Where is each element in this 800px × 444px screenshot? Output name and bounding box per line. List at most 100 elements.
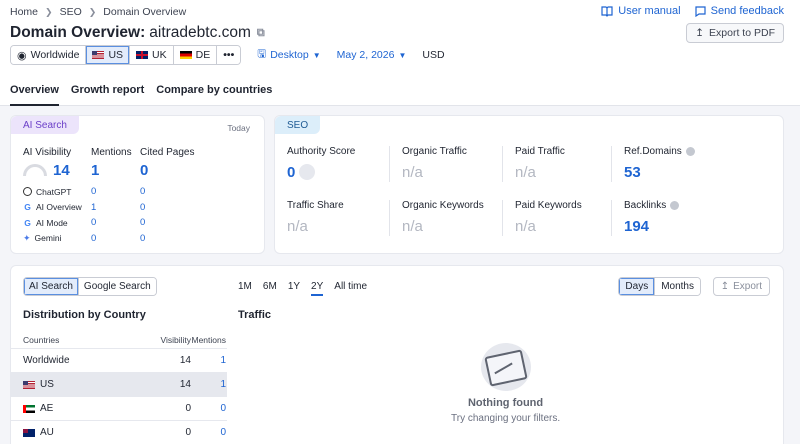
granularity-toggle: Days Months [618,277,701,296]
tab-growth-report[interactable]: Growth report [71,84,144,106]
globe-icon: ◉ [17,49,27,62]
country-name: AE [40,403,54,414]
platform-mentions[interactable]: 1 [91,202,140,213]
platform-cited[interactable]: 0 [140,202,220,213]
db-uk[interactable]: UK [130,46,174,64]
tab-compare-by-countries[interactable]: Compare by countries [156,84,272,106]
source-toggle: AI Search Google Search [23,277,157,296]
metric-label: Organic Traffic [402,146,467,157]
main-tabs: Overview Growth report Compare by countr… [10,84,272,106]
us-flag-icon [23,380,35,389]
period-selector: 1M 6M 1Y 2Y All time [238,281,367,296]
device-value: Desktop [270,49,309,61]
col-countries: Countries [23,335,60,345]
platform-row: G AI Overview 1 0 [23,200,253,216]
chevron-right-icon: ❯ [45,6,53,17]
info-icon[interactable] [670,201,680,210]
paid-keywords-metric: Paid Keywords n/a [502,200,623,236]
date-dropdown[interactable]: May 2, 2026 ▼ [337,49,407,61]
export-button[interactable]: ↥ Export [712,277,770,296]
export-pdf-button[interactable]: ↥ Export to PDF [686,23,784,43]
breadcrumb-current: Domain Overview [103,6,187,18]
row-visibility: 14 [179,379,191,390]
organic-keywords-metric: Organic Keywords n/a [389,200,514,236]
platform-name: AI Overview [36,202,82,213]
period-6m[interactable]: 6M [263,281,277,296]
metric-label: Traffic Share [287,200,344,211]
tab-overview[interactable]: Overview [10,84,59,106]
ai-metrics: AI Visibility Mentions Cited Pages 14 1 … [23,147,253,246]
granularity-months[interactable]: Months [655,278,700,295]
backlinks-value[interactable]: 194 [624,216,773,236]
database-selector: ◉ Worldwide US UK DE ••• [10,45,242,65]
metric-label: Paid Traffic [515,146,565,157]
export-pdf-label: Export to PDF [709,27,775,39]
db-de[interactable]: DE [173,46,218,64]
device-dropdown[interactable]: 🖫 Desktop ▼ [257,46,320,64]
row-mentions[interactable]: 0 [191,427,226,438]
user-manual-link[interactable]: User manual [601,5,681,17]
col-visibility[interactable]: Visibility [138,335,191,345]
platform-row: G AI Mode 0 0 [23,215,253,231]
breadcrumb-home[interactable]: Home [10,6,38,18]
tab-google-search[interactable]: Google Search [78,278,156,295]
external-link-icon[interactable]: ⧉ [257,27,265,40]
gemini-icon: ✦ [23,232,31,243]
table-row[interactable]: US 14 1 [11,373,227,397]
period-1m[interactable]: 1M [238,281,252,296]
period-1y[interactable]: 1Y [288,281,300,296]
cited-pages-value[interactable]: 0 [140,162,148,179]
period-all-time[interactable]: All time [334,281,367,296]
row-mentions[interactable]: 0 [191,403,226,414]
ai-visibility-value[interactable]: 14 [53,162,70,179]
row-mentions[interactable]: 1 [191,355,226,366]
organic-traffic-value: n/a [402,163,423,181]
db-worldwide[interactable]: ◉ Worldwide [11,46,87,64]
google-icon: G [24,202,31,213]
row-mentions[interactable]: 1 [191,379,226,390]
send-feedback-link[interactable]: Send feedback [695,5,784,17]
row-visibility: 0 [185,427,191,438]
ae-flag-icon [23,404,35,413]
chevron-down-icon: ▼ [312,50,321,60]
col-mentions[interactable]: Mentions [191,335,227,345]
table-header: Countries Visibility Mentions [11,332,227,349]
ref-domains-value[interactable]: 53 [624,162,773,182]
platform-cited[interactable]: 0 [140,217,220,228]
authority-score-value[interactable]: 0 [287,164,295,181]
platform-cited[interactable]: 0 [140,233,220,244]
more-icon: ••• [223,49,235,61]
table-row[interactable]: AE 0 0 [11,397,227,421]
db-us[interactable]: US [86,46,131,64]
visibility-gauge-icon [23,164,47,176]
au-flag-icon [23,428,35,437]
breadcrumb-seo[interactable]: SEO [60,6,82,18]
platform-mentions[interactable]: 0 [91,186,140,197]
info-icon[interactable] [685,147,695,156]
empty-state: Nothing found Try changing your filters. [451,343,560,424]
more-databases-button[interactable]: ••• [217,46,241,64]
seo-card: SEO Authority Score 0 Organic Traffic n/… [274,115,784,254]
seo-metrics: Authority Score 0 Organic Traffic n/a Pa… [287,146,773,236]
chevron-right-icon: ❯ [88,6,97,17]
platform-mentions[interactable]: 0 [91,233,140,244]
empty-chart-icon [480,343,531,391]
country-table: Countries Visibility Mentions Worldwide … [11,332,227,444]
mentions-value[interactable]: 1 [91,162,99,179]
export-label: Export [733,281,762,292]
table-row[interactable]: AU 0 0 [11,421,227,444]
metric-label: Backlinks [624,200,667,211]
platform-mentions[interactable]: 0 [91,217,140,228]
currency-label: USD [422,49,445,61]
filters-bar: ◉ Worldwide US UK DE ••• 🖫 Desktop ▼ May… [10,45,445,65]
granularity-days[interactable]: Days [619,278,656,295]
table-row[interactable]: Worldwide 14 1 [11,349,227,373]
google-icon: G [24,217,31,228]
db-label: DE [195,49,211,61]
platform-cited[interactable]: 0 [140,186,220,197]
empty-title: Nothing found [467,397,544,409]
period-2y[interactable]: 2Y [311,281,324,296]
authority-circle-icon [299,164,316,180]
uk-flag-icon [136,51,149,59]
tab-ai-search[interactable]: AI Search [24,278,79,295]
